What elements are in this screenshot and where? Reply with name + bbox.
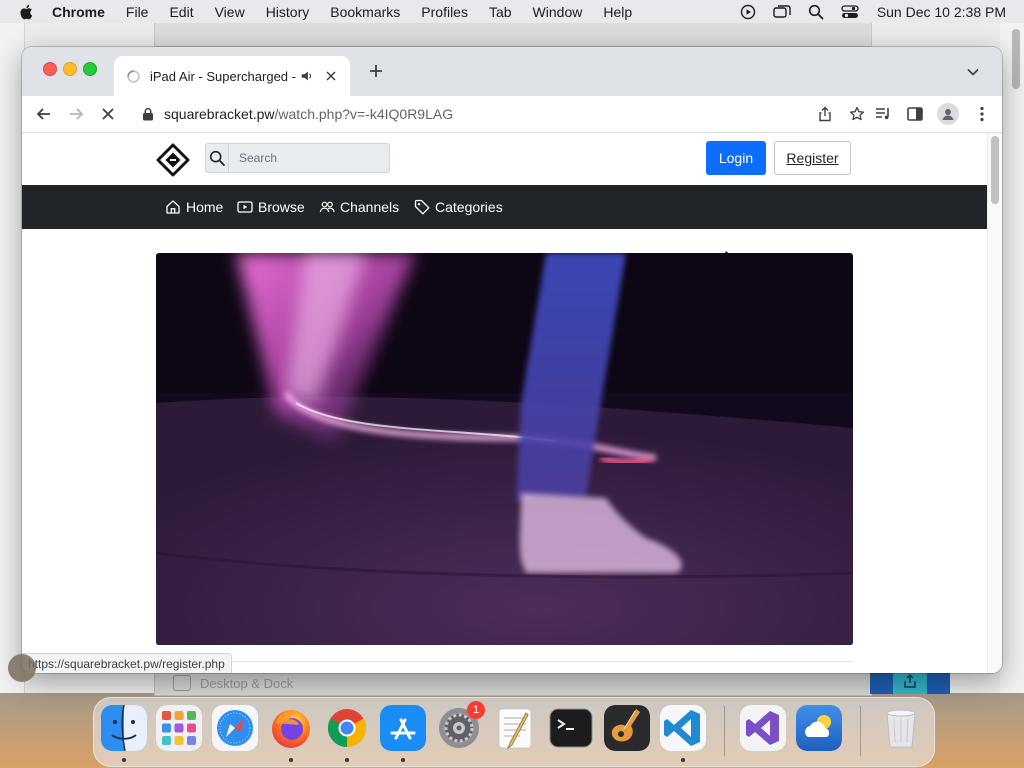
tag-icon [414,199,430,215]
weather-icon[interactable] [796,705,842,751]
menu-bar-clock[interactable]: Sun Dec 10 2:38 PM [877,4,1006,20]
finder-running-dot [122,758,126,762]
menu-tab[interactable]: Tab [489,4,512,20]
page-scrollbar-thumb[interactable] [991,136,999,204]
chrome-icon[interactable] [324,705,370,751]
app-store-icon[interactable] [380,705,426,751]
nav-home-label: Home [186,199,224,215]
menu-window[interactable]: Window [533,4,583,20]
play-box-icon [237,201,253,213]
menu-app-name[interactable]: Chrome [52,4,105,20]
vscode-icon[interactable] [660,705,706,751]
garageband-icon[interactable] [604,705,650,751]
site-search [205,143,390,173]
menu-file[interactable]: File [126,4,149,20]
menu-profiles[interactable]: Profiles [421,4,468,20]
finder-icon[interactable] [101,705,147,751]
menu-help[interactable]: Help [603,4,632,20]
settings-notification-badge: 1 [467,701,485,719]
browser-toolbar: squarebracket.pw/watch.php?v=-k4IQ0R9LAG [22,96,1002,133]
lock-icon[interactable] [142,107,154,121]
control-center-icon[interactable] [841,3,859,21]
background-settings-window[interactable]: Desktop & Dock [154,670,872,696]
tab-title: iPad Air - Supercharged - [150,68,296,84]
people-icon [319,201,335,213]
tab-strip: iPad Air - Supercharged - [22,47,1002,96]
nav-browse[interactable]: Browse [237,185,305,229]
app-store-running-dot [401,758,405,762]
launchpad-icon[interactable] [156,705,202,751]
site-header: Login Register [22,133,987,185]
chrome-window: iPad Air - Supercharged - squarebracket.… [22,47,1002,673]
dock-separator [860,706,861,756]
safari-icon[interactable] [212,705,258,751]
window-close-button[interactable] [43,62,57,76]
side-panel-icon[interactable] [906,105,924,123]
macos-dock: 1 [93,697,935,767]
macos-menu-bar: Chrome File Edit View History Bookmarks … [0,0,1024,23]
page-scrollbar-track[interactable] [987,133,1002,673]
screen-recording-icon[interactable] [739,3,757,21]
menu-history[interactable]: History [266,4,310,20]
tab-ipad-air[interactable]: iPad Air - Supercharged - [114,56,350,96]
nav-browse-label: Browse [258,199,305,215]
stop-loading-icon[interactable] [99,105,117,123]
background-avatar [8,654,36,682]
bookmark-star-icon[interactable] [849,106,865,122]
window-minimize-button[interactable] [63,62,77,76]
trash-icon[interactable] [878,705,924,751]
search-icon[interactable] [206,144,229,172]
chrome-running-dot [345,758,349,762]
speaker-icon[interactable] [300,69,314,83]
nav-categories[interactable]: Categories [414,185,503,229]
desktop-dock-label: Desktop & Dock [200,675,294,691]
apple-menu-icon[interactable] [18,3,36,21]
search-input[interactable] [229,144,389,172]
menu-bookmarks[interactable]: Bookmarks [330,4,400,20]
squarebracket-logo-icon[interactable] [156,143,190,177]
share-icon[interactable] [817,106,833,122]
screen-mirroring-icon[interactable] [773,3,791,21]
background-window-scrollbar [1012,29,1020,89]
back-arrow-icon[interactable] [35,105,53,123]
kebab-menu-icon[interactable] [973,105,991,123]
tab-loading-spinner-icon [127,69,140,83]
media-controls-icon[interactable] [874,105,892,123]
nav-channels[interactable]: Channels [319,185,399,229]
tab-close-icon[interactable] [324,69,338,83]
menu-view[interactable]: View [215,4,245,20]
link-status-bubble: https://squarebracket.pw/register.php [22,653,232,673]
video-player[interactable] [156,253,853,645]
page-viewport: Login Register Home Browse [22,133,1002,673]
login-button[interactable]: Login [706,141,766,175]
window-zoom-button[interactable] [83,62,97,76]
firefox-icon[interactable] [268,705,314,751]
desktop-dock-icon [173,675,191,691]
vscode-running-dot [681,758,685,762]
video-info-panel [156,661,853,673]
url-path: /watch.php?v=-k4IQ0R9LAG [274,106,454,122]
new-tab-plus-icon[interactable] [367,62,385,80]
textedit-icon[interactable] [492,705,538,751]
nav-channels-label: Channels [340,199,400,215]
background-window-right-edge [1000,23,1024,693]
background-window-tabbar [154,23,872,47]
site-navbar: Home Browse Channels Categories [22,185,987,270]
nav-categories-label: Categories [435,199,503,215]
address-bar[interactable]: squarebracket.pw/watch.php?v=-k4IQ0R9LAG [130,98,865,130]
terminal-icon[interactable] [548,705,594,751]
profile-avatar-icon[interactable] [937,103,959,125]
firefox-running-dot [289,758,293,762]
home-icon [166,200,180,214]
tab-search-chevron-icon[interactable] [966,65,980,79]
forward-arrow-icon[interactable] [67,105,85,123]
nav-home[interactable]: Home [165,185,223,229]
visual-studio-icon[interactable] [740,705,786,751]
url-host: squarebracket.pw [164,106,275,122]
register-button[interactable]: Register [774,141,851,175]
menu-edit[interactable]: Edit [169,4,193,20]
dock-separator [724,706,725,756]
spotlight-search-icon[interactable] [807,3,825,21]
